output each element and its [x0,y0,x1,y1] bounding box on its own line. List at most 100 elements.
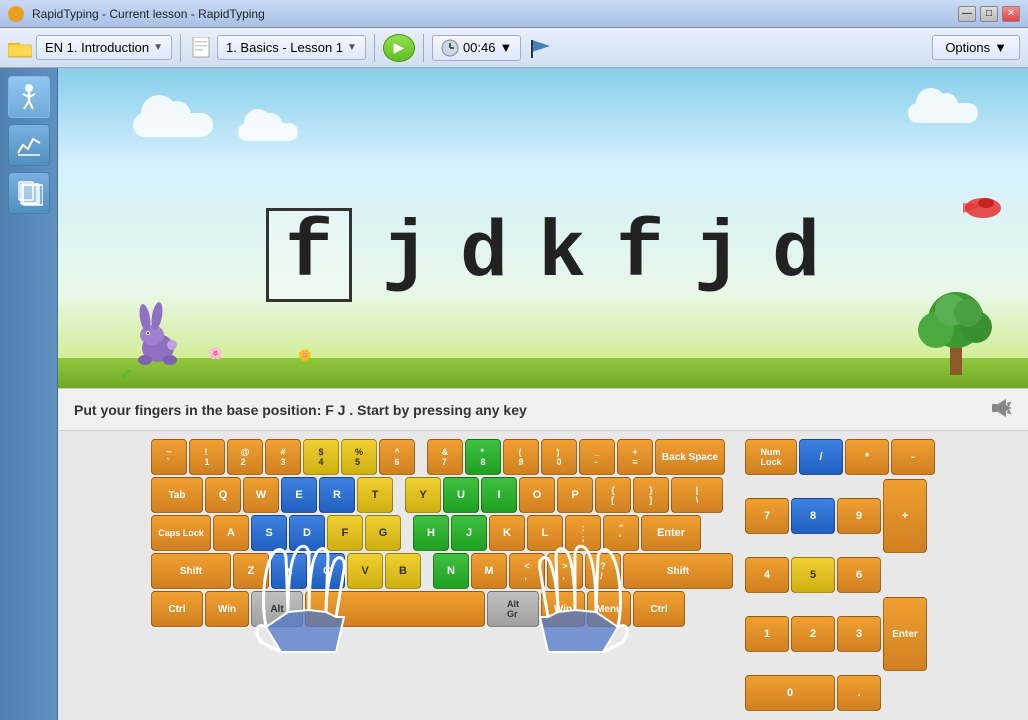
minimize-button[interactable]: — [958,6,976,22]
key-rmenu[interactable]: Menu [587,591,631,627]
key-enter[interactable]: Enter [641,515,701,551]
key-p[interactable]: P [557,477,593,513]
key-raltgr[interactable]: AltGr [487,591,539,627]
key-minus[interactable]: _- [579,439,615,475]
key-lbracket[interactable]: {[ [595,477,631,513]
key-b[interactable]: B [385,553,421,589]
char-1: j [382,215,430,295]
content-area: f j d k f j d [58,68,1028,720]
key-semicolon[interactable]: :; [565,515,601,551]
key-capslock[interactable]: Caps Lock [151,515,211,551]
key-w[interactable]: W [243,477,279,513]
key-slash[interactable]: ?/ [585,553,621,589]
key-numenter[interactable]: Enter [883,597,927,671]
key-m[interactable]: M [471,553,507,589]
key-3[interactable]: #3 [265,439,301,475]
maximize-button[interactable]: □ [980,6,998,22]
key-6[interactable]: ^6 [379,439,415,475]
key-num5[interactable]: 5 [791,557,835,593]
key-tilde[interactable]: ~` [151,439,187,475]
key-num9[interactable]: 9 [837,498,881,534]
key-numdot[interactable]: . [837,675,881,711]
key-v[interactable]: V [347,553,383,589]
key-num0[interactable]: 0 [745,675,835,711]
key-backslash[interactable]: |\ [671,477,723,513]
key-1[interactable]: !1 [189,439,225,475]
char-6: d [772,215,820,295]
key-4[interactable]: $4 [303,439,339,475]
key-0[interactable]: )0 [541,439,577,475]
key-num3[interactable]: 3 [837,616,881,652]
key-equals[interactable]: += [617,439,653,475]
key-8[interactable]: *8 [465,439,501,475]
window-title: RapidTyping - Current lesson - RapidTypi… [32,7,958,21]
key-lalt[interactable]: Alt [251,591,303,627]
play-button[interactable]: ▶ [383,34,415,62]
sidebar-item-exercises[interactable] [8,172,50,214]
key-u[interactable]: U [443,477,479,513]
key-num7[interactable]: 7 [745,498,789,534]
key-e[interactable]: E [281,477,317,513]
key-num4[interactable]: 4 [745,557,789,593]
key-period[interactable]: >. [547,553,583,589]
key-o[interactable]: O [519,477,555,513]
key-num6[interactable]: 6 [837,557,881,593]
key-7[interactable]: &7 [427,439,463,475]
key-r[interactable]: R [319,477,355,513]
key-a[interactable]: A [213,515,249,551]
close-button[interactable]: ✕ [1002,6,1020,22]
key-i[interactable]: I [481,477,517,513]
stats-icon [15,131,43,159]
key-rbracket[interactable]: }] [633,477,669,513]
key-backspace[interactable]: Back Space [655,439,725,475]
key-t[interactable]: T [357,477,393,513]
key-numdiv[interactable]: / [799,439,843,475]
key-z[interactable]: Z [233,553,269,589]
key-n[interactable]: N [433,553,469,589]
key-5[interactable]: %5 [341,439,377,475]
sound-button[interactable] [990,397,1012,422]
exercise-selector[interactable]: 1. Basics - Lesson 1 ▼ [217,35,366,60]
key-num2[interactable]: 2 [791,616,835,652]
bottom-row: Ctrl Win Alt AltGr Win Menu Ctrl [151,591,733,627]
sidebar-item-lessons[interactable] [8,76,50,118]
key-space[interactable] [305,591,485,627]
key-quote[interactable]: "' [603,515,639,551]
key-num8[interactable]: 8 [791,498,835,534]
key-c[interactable]: C [309,553,345,589]
key-tab[interactable]: Tab [151,477,203,513]
char-3: k [538,215,586,295]
key-d[interactable]: D [289,515,325,551]
key-rwin[interactable]: Win [541,591,585,627]
key-s[interactable]: S [251,515,287,551]
key-y[interactable]: Y [405,477,441,513]
flag-button[interactable] [529,38,553,58]
clock-icon [441,39,459,57]
lesson-selector[interactable]: EN 1. Introduction ▼ [36,35,172,60]
key-x[interactable]: X [271,553,307,589]
key-h[interactable]: H [413,515,449,551]
key-9[interactable]: (9 [503,439,539,475]
key-comma[interactable]: <, [509,553,545,589]
key-q[interactable]: Q [205,477,241,513]
key-numlock[interactable]: NumLock [745,439,797,475]
key-rshift[interactable]: Shift [623,553,733,589]
timer-arrow: ▼ [499,40,512,55]
sidebar-item-stats[interactable] [8,124,50,166]
key-2[interactable]: @2 [227,439,263,475]
options-button[interactable]: Options ▼ [932,35,1020,60]
key-f[interactable]: F [327,515,363,551]
key-numadd[interactable]: + [883,479,927,553]
key-lctrl[interactable]: Ctrl [151,591,203,627]
key-num1[interactable]: 1 [745,616,789,652]
key-j[interactable]: J [451,515,487,551]
key-numsub[interactable]: - [891,439,935,475]
key-l[interactable]: L [527,515,563,551]
key-k[interactable]: K [489,515,525,551]
key-g[interactable]: G [365,515,401,551]
key-lwin[interactable]: Win [205,591,249,627]
timer-control[interactable]: 00:46 ▼ [432,35,521,61]
key-rctrl[interactable]: Ctrl [633,591,685,627]
key-lshift[interactable]: Shift [151,553,231,589]
key-nummul[interactable]: * [845,439,889,475]
